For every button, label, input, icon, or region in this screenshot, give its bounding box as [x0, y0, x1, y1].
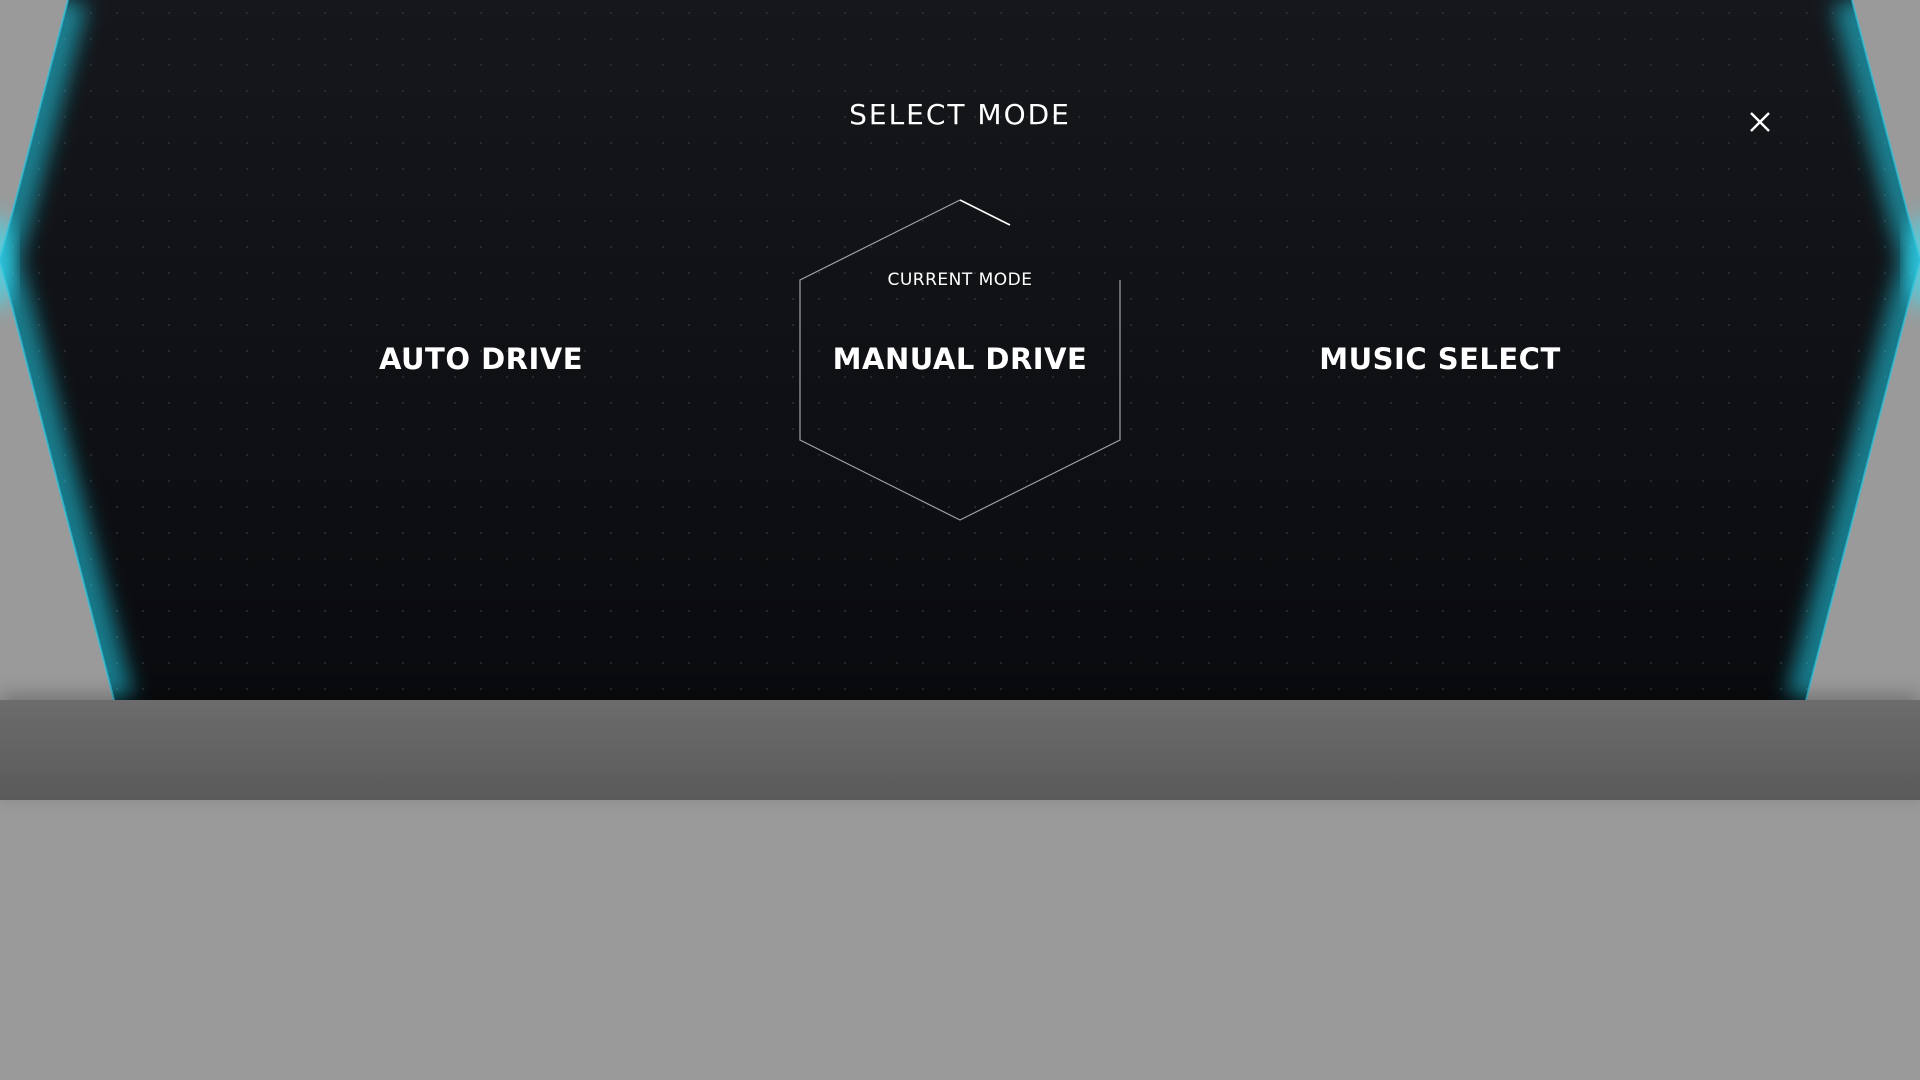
current-mode-label: CURRENT MODE [887, 270, 1033, 290]
close-button[interactable] [1742, 104, 1778, 140]
mode-select-screen: SELECT MODE CURRENT MODE AUTO DRIVE MANU… [0, 0, 1920, 1080]
close-icon [1750, 112, 1770, 132]
mode-option-manual-drive[interactable]: MANUAL DRIVE [760, 342, 1160, 376]
dialog-title: SELECT MODE [849, 98, 1071, 131]
mode-option-auto-drive[interactable]: AUTO DRIVE [281, 342, 681, 376]
mode-option-music-select[interactable]: MUSIC SELECT [1240, 342, 1640, 376]
bottom-bar [0, 700, 1920, 800]
